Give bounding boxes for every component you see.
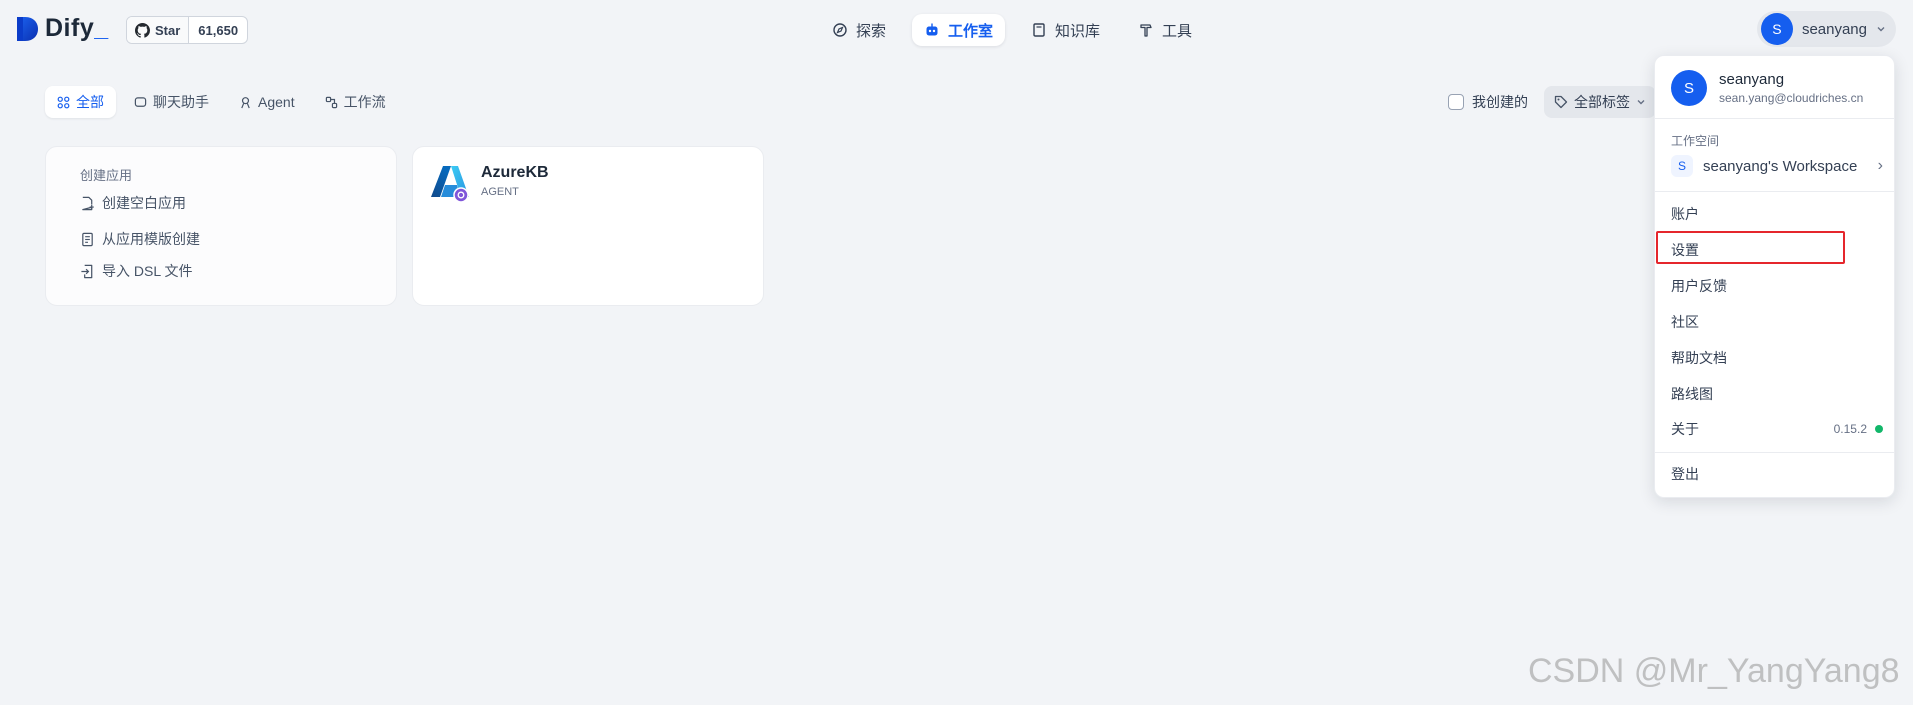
github-star-label: Star [155,22,181,38]
workspace-switcher[interactable]: S seanyang's Workspace › [1671,154,1883,178]
menu-item-community-label: 社区 [1671,314,1699,330]
tab-agent-label: Agent [258,94,295,110]
book-icon [1033,23,1045,37]
tab-all[interactable]: 全部 [45,86,116,118]
divider [1655,118,1894,119]
menu-item-feedback-label: 用户反馈 [1671,278,1727,294]
nav-explore[interactable]: 探索 [820,14,898,46]
nav-studio[interactable]: 工作室 [912,14,1006,46]
file-plus-icon [82,196,94,210]
user-name: seanyang [1801,20,1867,38]
menu-item-about[interactable]: 关于 0.15.2 [1671,418,1883,440]
app-filters: 我创建的 全部标签 [1448,86,1656,118]
tab-chat-assistant[interactable]: 聊天助手 [122,86,221,118]
watermark-text: CSDN @Mr_YangYang8 [1528,652,1900,690]
tab-chat-assistant-label: 聊天助手 [153,94,209,110]
agent-icon [241,96,250,108]
nav-explore-label: 探索 [856,22,887,40]
tag-filter-label: 全部标签 [1574,94,1630,110]
create-app-title: 创建应用 [80,168,133,183]
avatar: S [1760,13,1793,45]
status-dot-icon [1875,425,1883,433]
version-info: 0.15.2 [1834,422,1883,436]
compass-icon [833,23,847,37]
create-blank-app-button[interactable]: 创建空白应用 [80,193,186,213]
menu-item-about-label: 关于 [1671,421,1699,437]
chevron-right-icon: › [1877,157,1883,174]
import-icon [81,264,93,278]
template-icon [82,232,93,246]
tab-workflow[interactable]: 工作流 [313,86,398,118]
import-dsl-button[interactable]: 导入 DSL 文件 [80,261,193,281]
menu-item-logout-label: 登出 [1671,466,1699,482]
chat-icon [134,96,147,107]
tag-icon [1554,95,1568,109]
divider [1655,452,1894,453]
create-from-template-label: 从应用模版创建 [102,231,200,247]
dropdown-user-email: sean.yang@cloudriches.cn [1719,91,1864,105]
tab-workflow-label: 工作流 [343,94,386,110]
avatar: S [1671,70,1707,106]
nav-knowledge-label: 知识库 [1055,22,1101,40]
menu-item-roadmap-label: 路线图 [1671,386,1713,402]
menu-item-help-docs-label: 帮助文档 [1671,350,1727,366]
app-card[interactable]: AzureKB AGENT [412,146,764,306]
app-name: AzureKB [481,164,549,181]
user-menu-button[interactable]: S seanyang [1756,11,1896,47]
user-dropdown-menu: S seanyang sean.yang@cloudriches.cn 工作空间… [1654,55,1895,498]
github-star-button[interactable]: Star [127,17,190,43]
grid-icon [57,96,70,108]
menu-item-logout[interactable]: 登出 [1671,463,1883,485]
create-app-card: 创建应用 创建空白应用 从应用模版创建 导入 DSL 文件 [45,146,397,306]
menu-item-help-docs[interactable]: 帮助文档 [1671,347,1883,369]
menu-item-account[interactable]: 账户 [1671,203,1883,225]
azure-app-icon [431,166,469,203]
dify-logo-mark-icon [17,16,38,41]
divider [1655,191,1894,192]
chevron-down-icon [1637,100,1645,105]
chevron-down-icon [1877,27,1885,32]
dropdown-user-info: S seanyang sean.yang@cloudriches.cn [1671,70,1863,106]
import-dsl-label: 导入 DSL 文件 [102,263,193,279]
app-type-tabs: 全部 聊天助手 Agent 工作流 [45,86,398,118]
nav-tools[interactable]: 工具 [1126,14,1204,46]
settings-highlight-box [1656,231,1845,264]
created-by-me-label: 我创建的 [1472,94,1528,110]
menu-item-community[interactable]: 社区 [1671,311,1883,333]
app-type-badge: AGENT [481,186,519,198]
top-header: Dify_ Star 61,650 探索 工作室 知识库 工具 S seanya… [0,0,1913,58]
main-nav: 探索 工作室 知识库 工具 [820,14,1204,46]
dify-logo[interactable]: Dify_ [15,14,109,43]
menu-item-account-label: 账户 [1671,206,1699,222]
nav-tools-label: 工具 [1162,22,1193,40]
workflow-icon [325,96,337,108]
dify-logo-text: Dify_ [45,14,109,42]
created-by-me-filter[interactable]: 我创建的 [1448,92,1528,112]
tab-all-label: 全部 [76,94,104,110]
workspace-section-label: 工作空间 [1671,134,1720,148]
version-number: 0.15.2 [1833,422,1867,436]
created-by-me-checkbox[interactable] [1448,94,1464,110]
menu-item-feedback[interactable]: 用户反馈 [1671,275,1883,297]
hammer-icon [1140,24,1152,37]
nav-knowledge[interactable]: 知识库 [1019,14,1112,46]
tag-filter-select[interactable]: 全部标签 [1544,86,1656,118]
menu-item-roadmap[interactable]: 路线图 [1671,383,1883,405]
dropdown-user-name: seanyang [1719,71,1785,88]
create-blank-app-label: 创建空白应用 [102,195,186,211]
nav-studio-label: 工作室 [948,22,994,40]
github-star-count[interactable]: 61,650 [189,17,247,43]
robot-icon [926,23,938,36]
github-star-badge[interactable]: Star 61,650 [126,16,249,44]
github-icon [135,22,150,38]
workspace-badge: S [1671,155,1693,177]
create-from-template-button[interactable]: 从应用模版创建 [80,229,200,249]
tab-agent[interactable]: Agent [227,86,307,118]
workspace-name: seanyang's Workspace [1703,157,1858,175]
